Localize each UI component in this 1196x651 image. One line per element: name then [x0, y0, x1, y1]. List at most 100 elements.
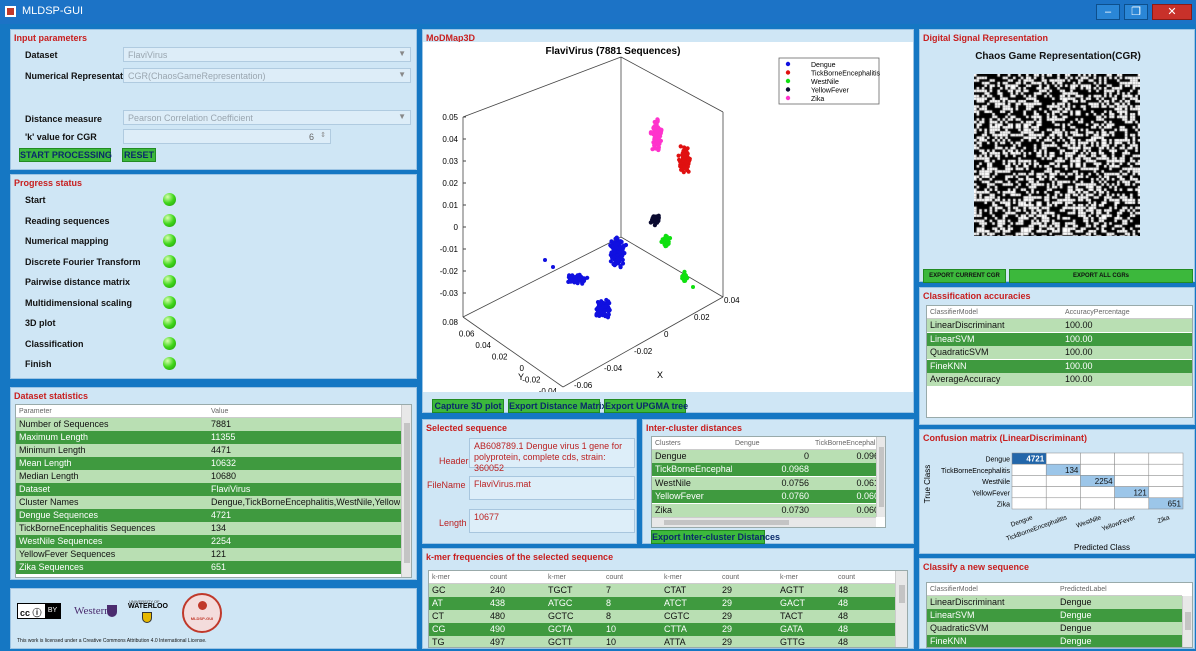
reset-button[interactable]: RESET — [122, 148, 156, 162]
numerical-representation-select[interactable]: CGR(ChaosGameRepresentation) ▼ — [123, 68, 411, 83]
z-tick-label: 0.01 — [442, 201, 458, 210]
table-row[interactable]: CT 480 GCTC 8 CGTC 29 TACT 48 — [429, 610, 895, 623]
table-row[interactable]: Minimum Length 4471 — [16, 444, 401, 457]
kmer-cell: CTTA — [664, 624, 687, 634]
export-current-cgr-button[interactable]: EXPORT CURRENT CGR — [923, 269, 1006, 283]
scrollbar-thumb[interactable] — [664, 520, 789, 525]
table-row[interactable]: Maximum Length 11355 — [16, 431, 401, 444]
kmer-cell: ATTA — [664, 637, 686, 647]
table-row[interactable]: AverageAccuracy 100.00 — [927, 373, 1192, 386]
table-row[interactable]: Number of Sequences 7881 — [16, 418, 401, 431]
k-value-spinner[interactable]: 6 ⇕ — [123, 129, 331, 144]
spinner-arrows-icon[interactable]: ⇕ — [320, 131, 326, 139]
horizontal-scrollbar[interactable] — [652, 517, 876, 527]
table-row[interactable]: WestNile 0.0756 0.0615 — [652, 476, 884, 490]
count-cell: 48 — [838, 611, 849, 621]
data-point — [686, 156, 691, 161]
classifier-cell: FineKNN — [930, 360, 967, 371]
scrollbar-thumb[interactable] — [899, 585, 905, 603]
y-tick-label: 0.04 — [475, 341, 491, 350]
accuracy-table[interactable]: ClassifierModel AccuracyPercentage LinearD… — [926, 305, 1193, 418]
distance-cell: 0 — [803, 451, 809, 461]
table-row[interactable]: Dataset FlaviVirus — [16, 483, 401, 496]
length-field[interactable]: 10677 — [469, 509, 635, 533]
export-all-cgrs-button[interactable]: EXPORT ALL CGRs — [1009, 269, 1193, 283]
progress-step-label: Start — [25, 195, 46, 205]
start-processing-button[interactable]: START PROCESSING — [19, 148, 112, 162]
minimize-button[interactable]: – — [1096, 4, 1120, 20]
table-row[interactable]: LinearSVM Dengue — [927, 609, 1182, 622]
count-cell: 240 — [490, 585, 506, 595]
waterloo-logo[interactable]: WATERLOO — [128, 603, 168, 610]
export-distance-matrix-button[interactable]: Export Distance Matrix — [508, 399, 607, 413]
table-row[interactable]: YellowFever Sequences 121 — [16, 548, 401, 561]
table-row[interactable]: Dengue Sequences 4721 — [16, 509, 401, 522]
title-bar: MLDSP-GUI – ❐ ✕ — [0, 0, 1196, 24]
close-button[interactable]: ✕ — [1152, 4, 1192, 20]
capture-3d-plot-button[interactable]: Capture 3D plot — [432, 399, 504, 413]
status-indicator-icon — [163, 336, 176, 350]
status-indicator-icon — [163, 234, 176, 247]
table-row[interactable]: FineKNN Dengue — [927, 635, 1182, 647]
value-cell: 651 — [211, 562, 227, 572]
scrollbar-thumb[interactable] — [879, 447, 884, 507]
inter-cluster-table[interactable]: ClustersDengueTickBorneEncephalitisWestN… — [651, 436, 886, 528]
table-row[interactable]: Zika Sequences 651 — [16, 561, 401, 574]
table-row[interactable]: AT 438 ATGC 8 ATCT 29 GACT 48 — [429, 597, 895, 610]
cc-by-badge[interactable]: cc ⓘ BY — [17, 603, 61, 619]
matrix-value: 2254 — [1095, 477, 1113, 486]
scrollbar-thumb[interactable] — [404, 423, 410, 563]
distance-cell: TickBorneEncephalitis — [655, 464, 732, 475]
legend-entry: WestNile — [811, 79, 839, 86]
distance-value: Pearson Correlation Coefficient — [128, 113, 253, 123]
kmer-cell: GCTA — [548, 624, 573, 634]
scrollbar[interactable] — [1182, 596, 1192, 647]
export-inter-cluster-button[interactable]: Export Inter-cluster Distances — [651, 530, 780, 544]
table-row[interactable]: LinearDiscriminant Dengue — [927, 596, 1182, 609]
legend-entry: Zika — [811, 96, 824, 103]
distance-cell: 0.0968 — [781, 464, 809, 475]
classify-table[interactable]: ClassifierModel PredictedLabel LinearDiscr… — [926, 582, 1193, 648]
dataset-select[interactable]: FlaviVirus ▼ — [123, 47, 411, 62]
maximize-button[interactable]: ❐ — [1124, 4, 1148, 20]
export-upgma-tree-button[interactable]: Export UPGMA tree — [604, 399, 688, 413]
distance-cell: 0.0609 — [856, 504, 884, 515]
header-cell: count — [490, 574, 508, 581]
modmap3d-plot[interactable]: FlaviVirus (7881 Sequences) 0.05 0.04 0.03 0… — [423, 42, 913, 392]
table-row[interactable]: Zika0.07300.06090.05 — [652, 503, 884, 517]
table-row[interactable]: TickBorneEncephalitis Sequences 134 — [16, 522, 401, 535]
vertical-scrollbar[interactable] — [876, 437, 885, 517]
count-cell: 29 — [722, 637, 733, 647]
table-row[interactable]: FineKNN 100.00 — [927, 359, 1192, 373]
matrix-cell — [1080, 497, 1115, 510]
table-header: ClustersDengueTickBorneEncephalitisWestN… — [652, 437, 884, 450]
table-row[interactable]: Dengue00.09680.07 — [652, 450, 884, 463]
table-row[interactable]: TickBorneEncephalitis0.096800.06 — [652, 463, 884, 477]
data-point — [655, 117, 660, 122]
header-field[interactable]: AB608789.1 Dengue virus 1 gene for polyp… — [469, 438, 635, 473]
kmer-table[interactable]: k-mer count k-mer count k-mer count k-mer count… — [428, 570, 908, 648]
statistics-table[interactable]: Parameter Value Number of Sequences 7881 M… — [15, 404, 412, 578]
data-point — [580, 281, 585, 286]
k-value: 6 — [308, 132, 314, 142]
table-row[interactable]: QuadraticSVM Dengue — [927, 622, 1182, 635]
table-row[interactable]: WestNile Sequences 2254 — [16, 535, 401, 548]
table-row[interactable]: LinearDiscriminant 100.00 — [927, 319, 1192, 332]
table-row[interactable]: Median Length 10680 — [16, 470, 401, 483]
table-row[interactable]: GC 240 TGCT 7 CTAT 29 AGTT 48 — [429, 584, 895, 597]
filename-field[interactable]: FlaviVirus.mat — [469, 476, 635, 500]
table-row[interactable]: Mean Length 10632 — [16, 457, 401, 470]
scrollbar[interactable] — [401, 405, 411, 577]
table-row[interactable]: TG 497 GCTT 10 ATTA 29 GTTG 48 — [429, 636, 895, 647]
western-logo[interactable]: Western — [74, 605, 110, 617]
table-row[interactable]: YellowFever0.07600.06080.05 — [652, 490, 884, 504]
table-row[interactable]: Cluster Names Dengue,TickBorneEncephaliti… — [16, 496, 401, 509]
table-row[interactable]: CG 490 GCTA 10 CTTA 29 GATA 48 — [429, 623, 895, 636]
param-cell: TickBorneEncephalitis Sequences — [19, 523, 156, 533]
scrollbar-thumb[interactable] — [1185, 612, 1191, 630]
table-row[interactable]: LinearSVM 100.00 — [927, 332, 1192, 346]
matrix-cell — [1080, 452, 1115, 465]
scrollbar[interactable] — [895, 571, 907, 647]
table-row[interactable]: QuadraticSVM 100.00 — [927, 346, 1192, 359]
distance-measure-select[interactable]: Pearson Correlation Coefficient ▼ — [123, 110, 411, 125]
